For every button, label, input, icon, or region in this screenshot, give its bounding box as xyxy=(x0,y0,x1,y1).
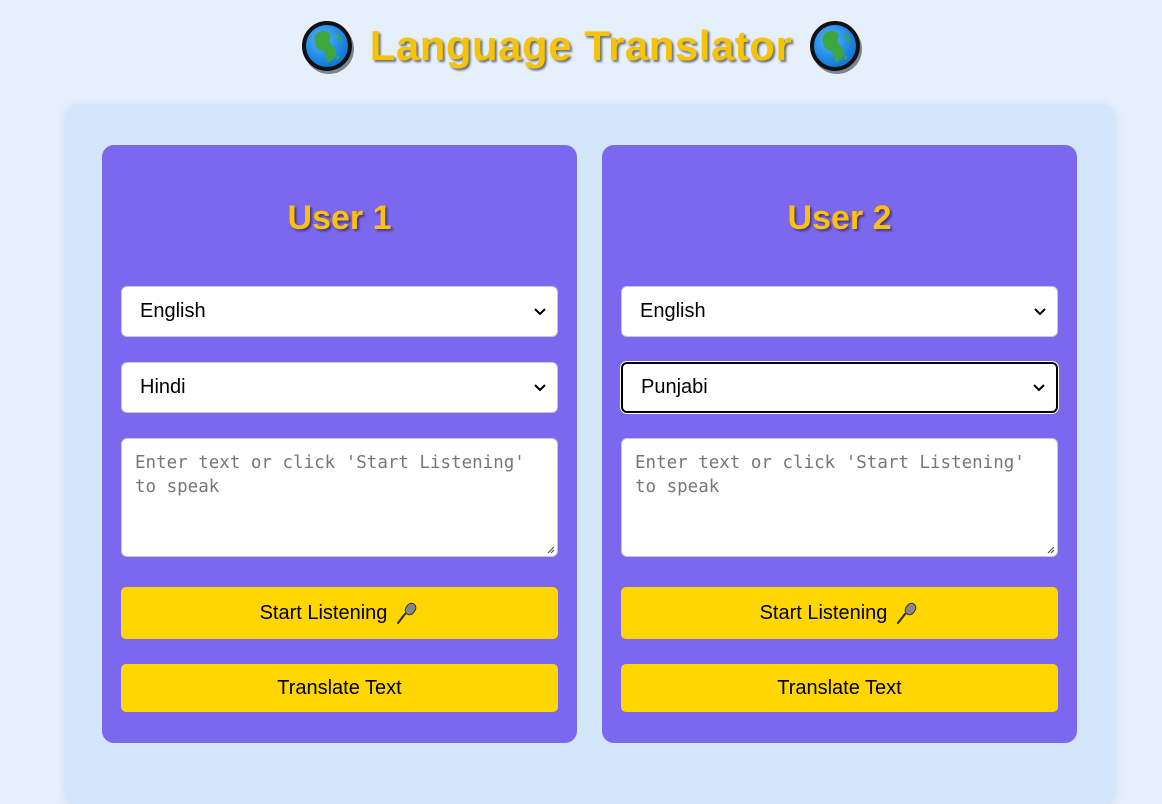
selected-language: Punjabi xyxy=(641,376,708,398)
button-label: Translate Text xyxy=(777,676,902,699)
user-1-panel: User 1 English Hindi Enter text or click… xyxy=(102,145,577,743)
selected-language: English xyxy=(140,300,206,322)
user-1-source-language-select[interactable]: English xyxy=(121,286,558,337)
user-1-heading: User 1 xyxy=(287,199,392,237)
text-placeholder: Enter text or click 'Start Listening' to… xyxy=(635,453,1025,497)
button-label: Start Listening xyxy=(259,601,388,624)
globe-africa-icon xyxy=(301,21,352,71)
microphone-icon xyxy=(397,602,417,625)
chevron-down-icon xyxy=(534,307,546,315)
user-2-panel: User 2 English Punjabi Enter text or cli… xyxy=(602,145,1077,743)
user-1-target-language-select[interactable]: Hindi xyxy=(121,362,558,413)
chevron-down-icon xyxy=(1034,307,1046,315)
user-2-start-listening-button[interactable]: Start Listening xyxy=(621,587,1058,639)
user-1-start-listening-button[interactable]: Start Listening xyxy=(121,587,558,639)
user-2-source-language-select[interactable]: English xyxy=(621,286,1058,337)
page-header: Language Translator xyxy=(0,0,1162,92)
button-label: Translate Text xyxy=(277,676,402,699)
page-title: Language Translator xyxy=(369,22,793,69)
user-2-heading: User 2 xyxy=(787,199,892,237)
button-label: Start Listening xyxy=(759,601,888,624)
selected-language: English xyxy=(640,300,706,322)
resize-grip-icon[interactable] xyxy=(545,544,555,554)
globe-africa-icon xyxy=(810,21,861,71)
user-2-translate-button[interactable]: Translate Text xyxy=(621,664,1058,712)
chevron-down-icon xyxy=(1033,383,1045,391)
text-placeholder: Enter text or click 'Start Listening' to… xyxy=(135,453,525,497)
user-1-translate-button[interactable]: Translate Text xyxy=(121,664,558,712)
resize-grip-icon[interactable] xyxy=(1045,544,1055,554)
microphone-icon xyxy=(897,602,917,625)
selected-language: Hindi xyxy=(140,376,186,398)
user-2-target-language-select[interactable]: Punjabi xyxy=(621,362,1058,413)
user-2-text-input[interactable]: Enter text or click 'Start Listening' to… xyxy=(621,438,1058,557)
user-1-text-input[interactable]: Enter text or click 'Start Listening' to… xyxy=(121,438,558,557)
chevron-down-icon xyxy=(534,383,546,391)
